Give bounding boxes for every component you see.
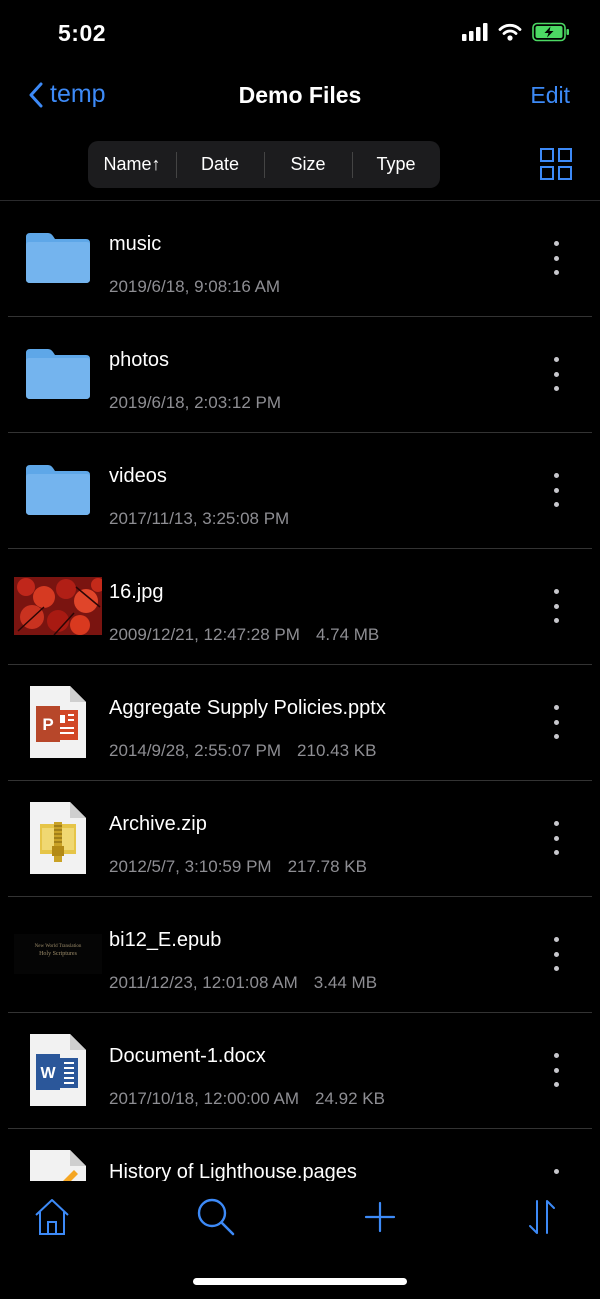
status-bar: 5:02 <box>0 0 600 66</box>
file-name: videos <box>109 465 167 487</box>
add-button[interactable] <box>360 1197 400 1237</box>
file-date: 2014/9/28, 2:55:07 PM <box>109 741 282 760</box>
epub-cover-line: New World Translation <box>35 944 82 949</box>
file-row-photos[interactable]: photos 2019/6/18, 2:03:12 PM <box>0 317 600 433</box>
file-meta: 2011/12/23, 12:01:08 AM 3.44 MB <box>109 973 377 993</box>
file-meta: 2019/6/18, 2:03:12 PM <box>109 393 281 413</box>
powerpoint-file-icon: P <box>14 686 102 758</box>
file-meta: 2014/9/28, 2:55:07 PM 210.43 KB <box>109 741 376 761</box>
folder-icon <box>14 223 102 293</box>
sort-by-type-button[interactable]: Type <box>352 152 440 178</box>
svg-text:W: W <box>40 1065 56 1082</box>
plus-icon <box>364 1201 396 1233</box>
home-icon <box>35 1199 69 1235</box>
image-thumbnail <box>14 571 102 641</box>
file-date: 2011/12/23, 12:01:08 AM <box>109 973 298 992</box>
cellular-signal-icon <box>462 23 488 41</box>
grid-view-button[interactable] <box>540 148 572 180</box>
more-options-button[interactable] <box>548 357 564 391</box>
file-meta: 2009/12/21, 12:47:28 PM 4.74 MB <box>109 625 379 645</box>
file-name: Document-1.docx <box>109 1045 266 1067</box>
file-meta: 2017/11/13, 3:25:08 PM <box>109 509 289 529</box>
wifi-icon <box>498 23 522 41</box>
file-date: 2017/10/18, 12:00:00 AM <box>109 1089 299 1108</box>
file-size: 4.74 MB <box>315 625 380 644</box>
file-name: Aggregate Supply Policies.pptx <box>109 697 386 719</box>
navigation-bar: temp Demo Files Edit <box>0 66 600 128</box>
file-row-aggregate-supply-policies-pptx[interactable]: P Aggregate Supply Policies.pptx 2014/9/… <box>0 665 600 781</box>
file-meta: 2017/10/18, 12:00:00 AM 24.92 KB <box>109 1089 385 1109</box>
edit-button[interactable]: Edit <box>530 82 570 109</box>
file-size: 210.43 KB <box>297 741 377 760</box>
bottom-toolbar <box>0 1181 600 1299</box>
file-size: 3.44 MB <box>313 973 378 992</box>
more-options-button[interactable] <box>548 1169 564 1181</box>
sort-by-name-button[interactable]: Name↑ <box>88 154 176 175</box>
file-name: 16.jpg <box>109 581 164 603</box>
file-date: 2009/12/21, 12:47:28 PM <box>109 625 300 644</box>
zip-file-icon <box>14 802 102 874</box>
battery-charging-icon <box>532 22 569 42</box>
file-name: History of Lighthouse.pages <box>109 1161 357 1181</box>
sort-segmented-control: Name↑ Date Size Type <box>88 141 440 188</box>
file-meta: 2012/5/7, 3:10:59 PM 217.78 KB <box>109 857 367 877</box>
file-row-history-of-lighthouse-pages[interactable]: History of Lighthouse.pages <box>0 1129 600 1181</box>
file-row-archive-zip[interactable]: Archive.zip 2012/5/7, 3:10:59 PM 217.78 K… <box>0 781 600 897</box>
status-time: 5:02 <box>58 20 107 46</box>
sort-order-button[interactable] <box>522 1197 562 1237</box>
file-row-videos[interactable]: videos 2017/11/13, 3:25:08 PM <box>0 433 600 549</box>
search-icon <box>197 1198 235 1236</box>
file-size: 217.78 KB <box>287 857 367 876</box>
file-name: music <box>109 233 162 255</box>
file-name: photos <box>109 349 170 371</box>
more-options-button[interactable] <box>548 821 564 855</box>
more-options-button[interactable] <box>548 937 564 971</box>
svg-text:P: P <box>42 715 53 734</box>
epub-cover-line: Holy Scriptures <box>39 951 77 957</box>
pages-file-icon <box>14 1150 102 1181</box>
page-title: Demo Files <box>238 82 362 108</box>
file-name: Archive.zip <box>109 813 207 835</box>
more-options-button[interactable] <box>548 1053 564 1087</box>
file-row-music[interactable]: music 2019/6/18, 9:08:16 AM <box>0 201 600 317</box>
status-icons <box>462 22 570 42</box>
file-date: 2017/11/13, 3:25:08 PM <box>109 509 290 528</box>
file-name: bi12_E.epub <box>109 929 222 951</box>
sort-arrows-icon <box>529 1200 555 1234</box>
file-date: 2012/5/7, 3:10:59 PM <box>109 857 272 876</box>
folder-icon <box>14 339 102 409</box>
home-button[interactable] <box>33 1197 73 1237</box>
more-options-button[interactable] <box>548 589 564 623</box>
more-options-button[interactable] <box>548 705 564 739</box>
file-list: music 2019/6/18, 9:08:16 AM photos 2019/… <box>0 201 600 1181</box>
epub-cover-thumbnail: New World Translation Holy Scriptures <box>14 919 102 989</box>
file-row-bi12-e-epub[interactable]: New World Translation Holy Scriptures bi… <box>0 897 600 1013</box>
more-options-button[interactable] <box>548 473 564 507</box>
file-meta: 2019/6/18, 9:08:16 AM <box>109 277 280 297</box>
sort-by-size-button[interactable]: Size <box>264 152 352 178</box>
file-row-document-1-docx[interactable]: W Document-1.docx 2017/10/18, 12:00:00 A… <box>0 1013 600 1129</box>
more-options-button[interactable] <box>548 241 564 275</box>
file-date: 2019/6/18, 2:03:12 PM <box>109 393 282 412</box>
folder-icon <box>14 455 102 525</box>
word-file-icon: W <box>14 1034 102 1106</box>
search-button[interactable] <box>196 1197 236 1237</box>
file-size: 24.92 KB <box>315 1089 385 1108</box>
file-date: 2019/6/18, 9:08:16 AM <box>109 277 281 296</box>
home-indicator <box>193 1278 407 1285</box>
file-row-16-jpg[interactable]: 16.jpg 2009/12/21, 12:47:28 PM 4.74 MB <box>0 549 600 665</box>
grid-view-icon <box>540 148 572 180</box>
sort-by-date-button[interactable]: Date <box>176 152 264 178</box>
